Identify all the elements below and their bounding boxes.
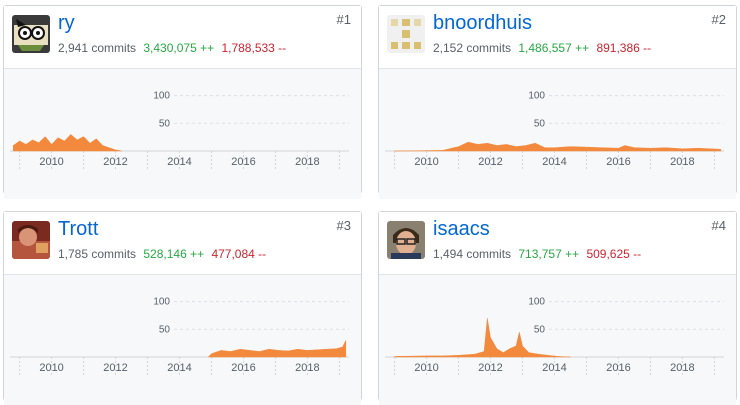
contributor-rank: #2	[711, 12, 726, 27]
deletions-count: 891,386 --	[596, 41, 652, 55]
card-header: ry #1 2,941 commits 3,430,075 ++ 1,788,5…	[4, 6, 361, 69]
x-tick-label: 2016	[606, 362, 630, 374]
x-tick-label: 2012	[103, 362, 127, 374]
contributor-login-link[interactable]: Trott	[58, 218, 98, 241]
x-tick-label: 2018	[295, 156, 319, 168]
card-header: bnoordhuis #2 2,152 commits 1,486,557 ++…	[379, 6, 736, 69]
x-tick-label: 2014	[167, 362, 191, 374]
card-header: isaacs #4 1,494 commits 713,757 ++ 509,6…	[379, 212, 736, 275]
commits-link[interactable]: 1,494 commits	[433, 247, 511, 261]
contributor-stats: 2,941 commits 3,430,075 ++ 1,788,533 --	[58, 41, 286, 55]
contributor-login-link[interactable]: isaacs	[433, 218, 490, 241]
y-tick-label: 50	[159, 118, 171, 129]
y-tick-label: 100	[528, 91, 545, 102]
commit-area-series	[394, 141, 722, 152]
additions-count: 1,486,557 ++	[518, 41, 590, 55]
commit-area-series	[208, 340, 347, 358]
x-tick-label: 2010	[39, 362, 63, 374]
x-tick-label: 2010	[39, 156, 63, 168]
x-tick-label: 2018	[295, 362, 319, 374]
contributor-rank: #3	[336, 218, 351, 233]
x-tick-label: 2010	[414, 156, 438, 168]
contributor-rank: #4	[711, 218, 726, 233]
commit-activity-chart: 50 100 2010 2012 2014 2016 2018	[4, 69, 361, 199]
commit-area-series	[12, 134, 122, 152]
photo-avatar-icon[interactable]	[12, 221, 50, 259]
commit-activity-chart: 50 100 2010 2012 2014 2016 2018	[379, 69, 736, 199]
contributor-login-link[interactable]: ry	[58, 12, 75, 35]
commits-link[interactable]: 2,941 commits	[58, 41, 136, 55]
additions-count: 528,146 ++	[143, 247, 205, 261]
additions-count: 3,430,075 ++	[143, 41, 215, 55]
x-tick-label: 2012	[478, 362, 502, 374]
y-tick-label: 100	[153, 297, 170, 308]
contributor-login-link[interactable]: bnoordhuis	[433, 12, 532, 35]
contributor-rank: #1	[336, 12, 351, 27]
x-tick-label: 2014	[542, 156, 566, 168]
x-tick-label: 2012	[478, 156, 502, 168]
commits-link[interactable]: 1,785 commits	[58, 247, 136, 261]
y-tick-label: 100	[153, 91, 170, 102]
photo-avatar-icon[interactable]	[387, 221, 425, 259]
commits-link[interactable]: 2,152 commits	[433, 41, 511, 55]
cartoon-avatar-icon[interactable]	[12, 15, 50, 53]
y-tick-label: 50	[159, 324, 171, 335]
x-tick-label: 2010	[414, 362, 438, 374]
x-tick-label: 2012	[103, 156, 127, 168]
identicon-avatar-icon[interactable]	[387, 15, 425, 53]
deletions-count: 1,788,533 --	[221, 41, 287, 55]
contributor-stats: 1,494 commits 713,757 ++ 509,625 --	[433, 247, 641, 261]
y-tick-label: 100	[528, 297, 545, 308]
x-tick-label: 2018	[670, 362, 694, 374]
x-tick-label: 2016	[231, 156, 255, 168]
contributor-card: isaacs #4 1,494 commits 713,757 ++ 509,6…	[378, 211, 737, 405]
contributor-stats: 1,785 commits 528,146 ++ 477,084 --	[58, 247, 266, 261]
deletions-count: 477,084 --	[211, 247, 267, 261]
x-tick-label: 2016	[606, 156, 630, 168]
x-tick-label: 2016	[231, 362, 255, 374]
y-tick-label: 50	[534, 118, 546, 129]
contributor-card: ry #1 2,941 commits 3,430,075 ++ 1,788,5…	[3, 5, 362, 199]
card-header: Trott #3 1,785 commits 528,146 ++ 477,08…	[4, 212, 361, 275]
contributor-card: Trott #3 1,785 commits 528,146 ++ 477,08…	[3, 211, 362, 405]
contributor-card: bnoordhuis #2 2,152 commits 1,486,557 ++…	[378, 5, 737, 199]
x-tick-label: 2014	[167, 156, 191, 168]
x-tick-label: 2018	[670, 156, 694, 168]
additions-count: 713,757 ++	[518, 247, 580, 261]
commit-activity-chart: 50 100 2010 2012 2014 2016 2018	[4, 275, 361, 405]
x-tick-label: 2014	[542, 362, 566, 374]
deletions-count: 509,625 --	[586, 247, 642, 261]
y-tick-label: 50	[534, 324, 546, 335]
commit-activity-chart: 50 100 2010 2012 2014 2016 2018	[379, 275, 736, 405]
contributor-stats: 2,152 commits 1,486,557 ++ 891,386 --	[433, 41, 651, 55]
